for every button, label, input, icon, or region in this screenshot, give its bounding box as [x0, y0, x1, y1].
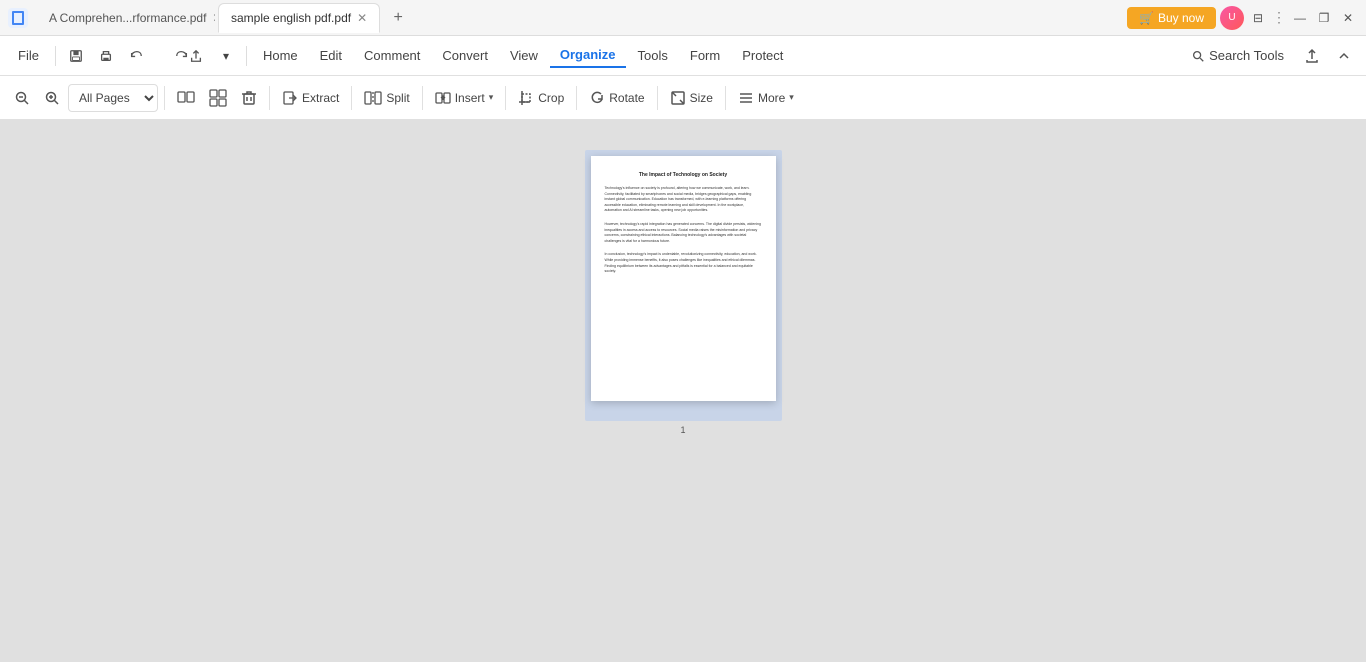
pdf-page: The Impact of Technology on Society Tech… [591, 156, 776, 401]
toolbar-divider-4 [422, 86, 423, 110]
menu-item-convert[interactable]: Convert [432, 44, 498, 67]
pdf-title: The Impact of Technology on Society [605, 172, 762, 178]
tabs-area: A Comprehen...rformance.pdf ✕ sample eng… [36, 0, 1127, 35]
title-bar: A Comprehen...rformance.pdf ✕ sample eng… [0, 0, 1366, 36]
split-button[interactable]: Split [358, 82, 415, 114]
restore-button[interactable]: ❐ [1314, 8, 1334, 28]
menu-item-home[interactable]: Home [253, 44, 308, 67]
toolbar-divider-7 [657, 86, 658, 110]
save-button[interactable] [62, 40, 90, 72]
app-icon [8, 8, 28, 28]
zoom-select[interactable]: All Pages Fit Page Fit Width 100% [68, 84, 158, 112]
more-options-button[interactable]: ⋮ [1272, 9, 1286, 26]
thumbnail-view-button[interactable] [203, 82, 233, 114]
undo-button[interactable] [122, 40, 150, 72]
content-area: The Impact of Technology on Society Tech… [0, 120, 1366, 662]
more-chevron-icon: ▾ [789, 92, 794, 103]
extract-label: Extract [302, 91, 339, 105]
menu-item-organize[interactable]: Organize [550, 43, 626, 68]
insert-chevron-icon: ▾ [489, 92, 494, 103]
tab-2-label: sample english pdf.pdf [231, 11, 351, 25]
menu-item-file[interactable]: File [8, 44, 49, 67]
buy-now-label: Buy now [1158, 11, 1204, 25]
search-tools-label: Search Tools [1209, 48, 1284, 63]
crop-label: Crop [538, 91, 564, 105]
split-label: Split [386, 91, 409, 105]
extract-button[interactable]: Extract [276, 82, 345, 114]
tab-1-close[interactable]: ✕ [212, 11, 216, 25]
menu-item-edit[interactable]: Edit [310, 44, 352, 67]
redo-button[interactable] [152, 40, 180, 72]
zoom-out-button[interactable] [8, 82, 36, 114]
toolbar-divider-2 [269, 86, 270, 110]
menu-bar: File ▾ Home Edit Comment Convert View Or… [0, 36, 1366, 76]
size-button[interactable]: Size [664, 82, 719, 114]
menu-item-form[interactable]: Form [680, 44, 730, 67]
pdf-paragraph-1: Technology's influence on society is pro… [605, 186, 762, 214]
toolbar-divider-5 [505, 86, 506, 110]
menu-item-protect[interactable]: Protect [732, 44, 793, 67]
user-avatar[interactable]: U [1220, 6, 1244, 30]
pdf-paragraph-3: In conclusion, technology's impact is un… [605, 252, 762, 274]
pdf-paragraph-2: However, technology's rapid integration … [605, 222, 762, 244]
close-button[interactable]: ✕ [1338, 8, 1358, 28]
delete-page-button[interactable] [235, 82, 263, 114]
collapse-ribbon-button[interactable] [1330, 42, 1358, 70]
menu-divider-1 [55, 46, 56, 66]
menu-item-comment[interactable]: Comment [354, 44, 430, 67]
search-tools-button[interactable]: Search Tools [1181, 44, 1294, 67]
menu-left: File ▾ Home Edit Comment Convert View Or… [8, 40, 793, 72]
crop-button[interactable]: Crop [512, 82, 570, 114]
new-tab-button[interactable]: + [386, 6, 410, 30]
size-label: Size [690, 91, 713, 105]
menu-right: Search Tools [1181, 42, 1358, 70]
pdf-page-wrapper: The Impact of Technology on Society Tech… [585, 150, 782, 435]
print-button[interactable] [92, 40, 120, 72]
zoom-in-button[interactable] [38, 82, 66, 114]
buy-now-icon: 🛒 [1139, 11, 1154, 25]
more-button[interactable]: More ▾ [732, 82, 800, 114]
window-collapse-button[interactable]: ⊟ [1248, 8, 1268, 28]
toolbar: All Pages Fit Page Fit Width 100% Extrac… [0, 76, 1366, 120]
menu-item-view[interactable]: View [500, 44, 548, 67]
tab-2-close[interactable]: ✕ [357, 11, 367, 25]
tab-2[interactable]: sample english pdf.pdf ✕ [218, 3, 380, 33]
insert-button[interactable]: Insert ▾ [429, 82, 500, 114]
toolbar-divider-8 [725, 86, 726, 110]
insert-label: Insert [455, 91, 485, 105]
pdf-page-number: 1 [585, 425, 782, 435]
minimize-button[interactable]: — [1290, 8, 1310, 28]
rotate-button[interactable]: Rotate [583, 82, 650, 114]
two-page-view-button[interactable] [171, 82, 201, 114]
menu-divider-2 [246, 46, 247, 66]
menu-item-tools[interactable]: Tools [628, 44, 678, 67]
more-label: More [758, 91, 785, 105]
toolbar-divider-3 [351, 86, 352, 110]
titlebar-actions: 🛒 Buy now U ⊟ ⋮ — ❐ ✕ [1127, 6, 1358, 30]
toolbar-divider-6 [576, 86, 577, 110]
tab-1-label: A Comprehen...rformance.pdf [49, 11, 206, 25]
upload-button[interactable] [1298, 42, 1326, 70]
tab-1[interactable]: A Comprehen...rformance.pdf ✕ [36, 3, 216, 33]
download-arrow-button[interactable]: ▾ [212, 40, 240, 72]
pdf-page-container: The Impact of Technology on Society Tech… [585, 150, 782, 421]
buy-now-button[interactable]: 🛒 Buy now [1127, 7, 1216, 29]
toolbar-divider-1 [164, 86, 165, 110]
rotate-label: Rotate [609, 91, 644, 105]
